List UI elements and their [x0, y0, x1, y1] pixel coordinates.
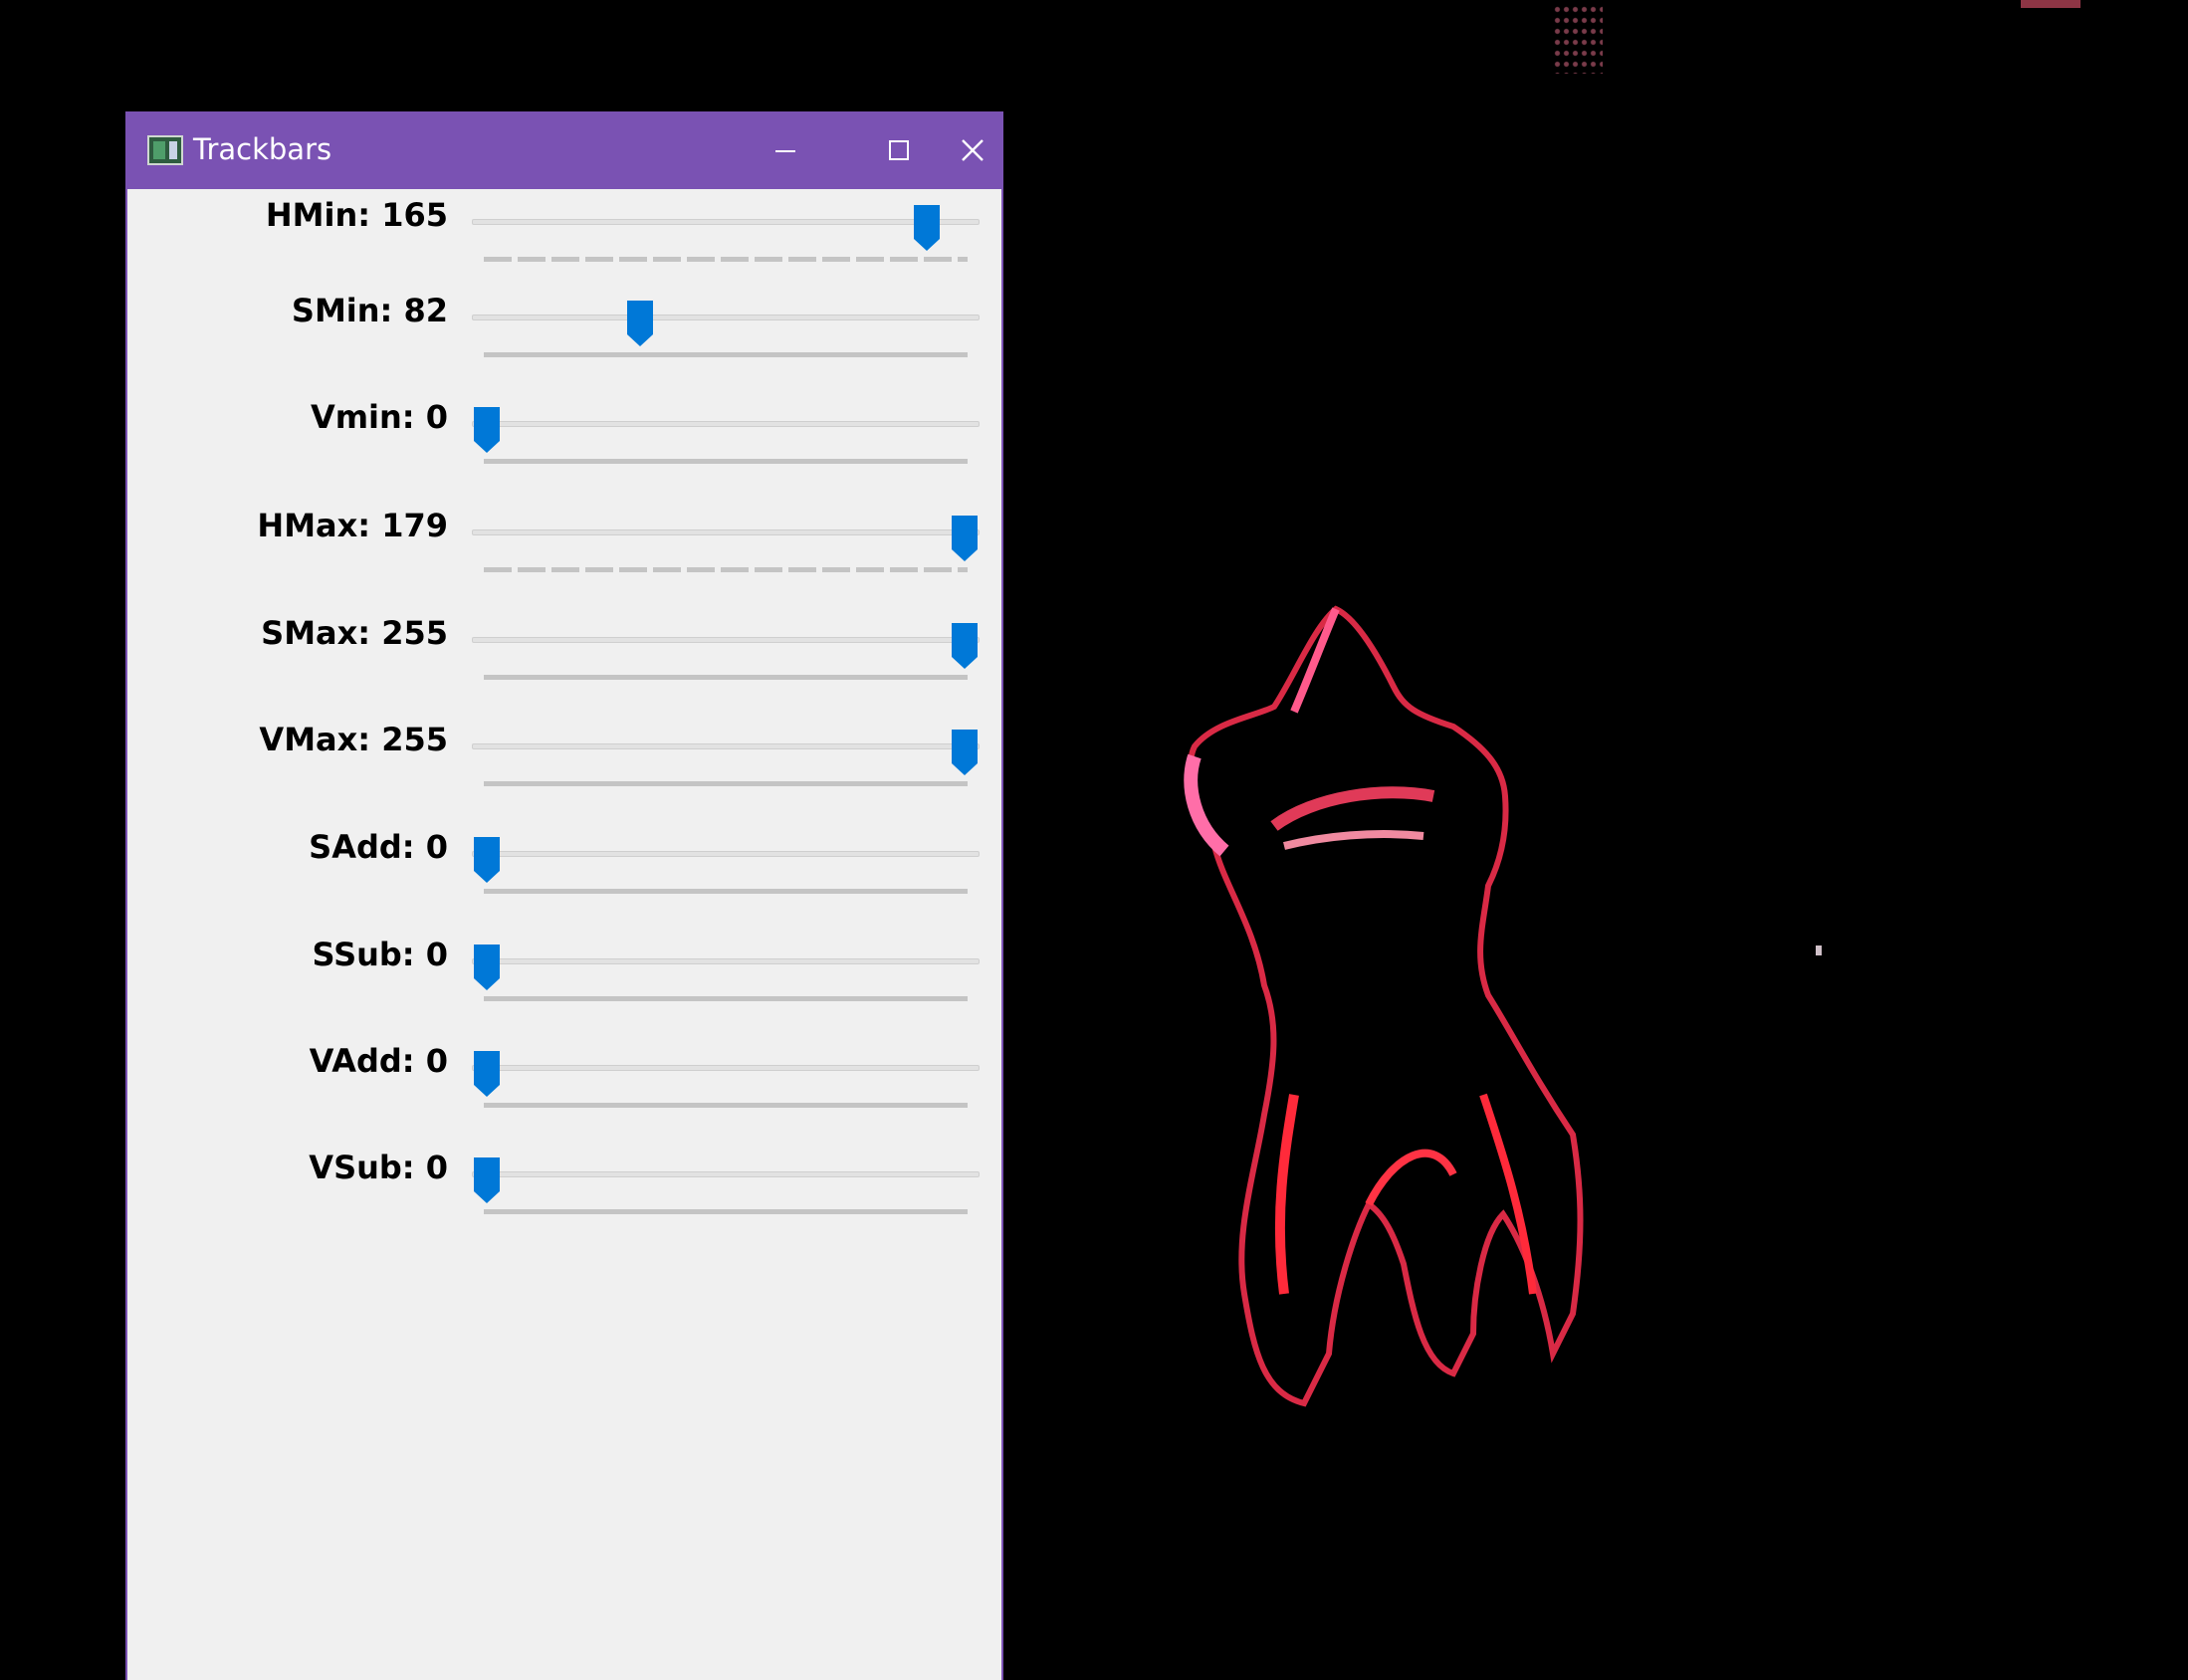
- slider-thumb[interactable]: [472, 1049, 502, 1097]
- slider-track[interactable]: [472, 219, 980, 225]
- minimize-icon: [775, 150, 795, 152]
- slider-tick-scale: [484, 1209, 968, 1214]
- trackbar-label: HMin: 165: [265, 196, 448, 234]
- trackbars-window[interactable]: Trackbars HMin: 165 SMin: 82 Vmin: 0 HMax: …: [125, 111, 1003, 1680]
- trackbar-label: VMax: 255: [259, 721, 448, 758]
- slider-thumb[interactable]: [472, 1155, 502, 1203]
- app-icon: [147, 135, 183, 165]
- noise-speck: [1816, 945, 1822, 955]
- slider-thumb[interactable]: [472, 943, 502, 990]
- maximize-icon: [889, 140, 909, 160]
- slider-track[interactable]: [472, 529, 980, 535]
- slider-tick-scale: [484, 1103, 968, 1108]
- trackbar-row: SMin: 82: [127, 291, 1001, 380]
- trackbar-row: SSub: 0: [127, 935, 1001, 1024]
- trackbar-label: Vmin: 0: [310, 398, 448, 436]
- hooded-figure-mask: [1184, 605, 1584, 1407]
- slider-tick-scale: [484, 996, 968, 1001]
- slider-track[interactable]: [472, 315, 980, 320]
- trackbar-label: HMax: 179: [257, 507, 448, 544]
- window-title: Trackbars: [193, 132, 332, 166]
- minimize-button[interactable]: [731, 111, 840, 189]
- slider-thumb[interactable]: [950, 621, 980, 669]
- slider-thumb[interactable]: [625, 299, 655, 346]
- slider-thumb[interactable]: [472, 405, 502, 453]
- slider-track[interactable]: [472, 851, 980, 857]
- slider-tick-scale: [484, 352, 968, 357]
- trackbar-row: HMax: 179: [127, 506, 1001, 595]
- trackbar-label: SSub: 0: [312, 936, 448, 973]
- trackbar-label: SAdd: 0: [309, 828, 448, 866]
- slider-tick-scale: [484, 675, 968, 680]
- trackbar-row: VAdd: 0: [127, 1041, 1001, 1131]
- slider-tick-scale: [484, 567, 968, 572]
- trackbar-row: SAdd: 0: [127, 827, 1001, 917]
- title-bar[interactable]: Trackbars: [127, 111, 1001, 189]
- slider-track[interactable]: [472, 421, 980, 427]
- close-button[interactable]: [958, 111, 1001, 189]
- noise-speck: [1553, 4, 1603, 74]
- trackbar-label: VAdd: 0: [309, 1042, 448, 1080]
- trackbar-row: VSub: 0: [127, 1148, 1001, 1237]
- slider-track[interactable]: [472, 637, 980, 643]
- slider-thumb[interactable]: [950, 728, 980, 775]
- trackbar-label: VSub: 0: [309, 1149, 448, 1186]
- trackbar-row: HMin: 165: [127, 195, 1001, 285]
- slider-track[interactable]: [472, 1171, 980, 1177]
- slider-thumb[interactable]: [912, 203, 942, 251]
- slider-tick-scale: [484, 459, 968, 464]
- slider-thumb[interactable]: [950, 514, 980, 561]
- close-icon: [962, 139, 984, 161]
- maximize-button[interactable]: [844, 111, 954, 189]
- trackbar-label: SMax: 255: [261, 614, 448, 652]
- slider-tick-scale: [484, 257, 968, 262]
- trackbar-label: SMin: 82: [291, 292, 448, 329]
- slider-track[interactable]: [472, 958, 980, 964]
- slider-thumb[interactable]: [472, 835, 502, 883]
- trackbar-row: SMax: 255: [127, 613, 1001, 703]
- slider-track[interactable]: [472, 743, 980, 749]
- slider-tick-scale: [484, 781, 968, 786]
- noise-speck: [2021, 0, 2080, 8]
- slider-tick-scale: [484, 889, 968, 894]
- trackbar-row: VMax: 255: [127, 720, 1001, 809]
- slider-track[interactable]: [472, 1065, 980, 1071]
- trackbar-row: Vmin: 0: [127, 397, 1001, 487]
